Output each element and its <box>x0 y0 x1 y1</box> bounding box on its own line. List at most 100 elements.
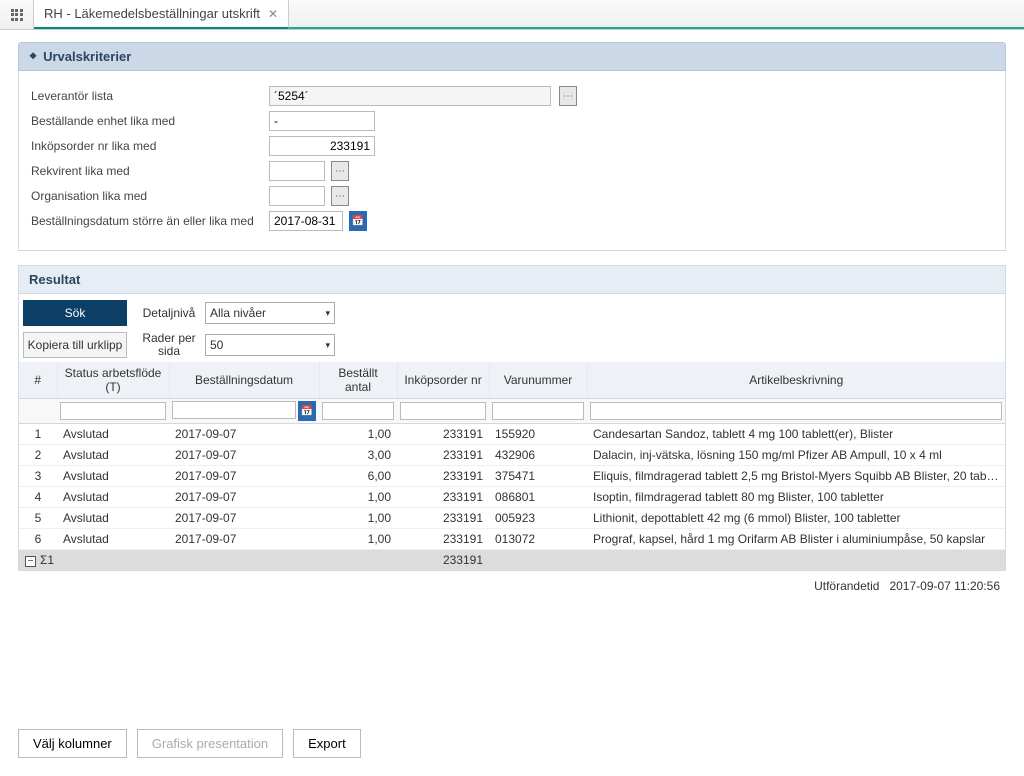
cell-qty: 1,00 <box>319 487 397 508</box>
filter-qty[interactable] <box>322 402 394 420</box>
col-status[interactable]: Status arbetsflöde (T) <box>57 362 169 399</box>
cell-item: 086801 <box>489 487 587 508</box>
cell-order: 233191 <box>397 424 489 445</box>
cell-item: 375471 <box>489 466 587 487</box>
cell-date: 2017-09-07 <box>169 508 319 529</box>
tab-title: RH - Läkemedelsbeställningar utskrift <box>44 6 260 21</box>
cell-order: 233191 <box>397 445 489 466</box>
table-row[interactable]: 5Avslutad2017-09-071,00233191005923Lithi… <box>19 508 1005 529</box>
filter-date-picker[interactable]: 📅 <box>298 401 316 421</box>
unit-label: Beställande enhet lika med <box>31 114 263 128</box>
table-row[interactable]: 4Avslutad2017-09-071,00233191086801Isopt… <box>19 487 1005 508</box>
col-item[interactable]: Varunummer <box>489 362 587 399</box>
col-date[interactable]: Beställningsdatum <box>169 362 319 399</box>
expand-icon[interactable]: − <box>25 556 36 567</box>
cell-order: 233191 <box>397 508 489 529</box>
org-lookup-button[interactable]: ⋯ <box>331 186 349 206</box>
supplier-input[interactable] <box>269 86 551 106</box>
cell-num: 3 <box>19 466 57 487</box>
result-header: Resultat <box>18 265 1006 294</box>
filter-order[interactable] <box>400 402 486 420</box>
tab-strip <box>289 0 1024 29</box>
grid-icon <box>11 9 23 21</box>
execution-timestamp: Utförandetid 2017-09-07 11:20:56 <box>18 571 1006 593</box>
date-label: Beställningsdatum större än eller lika m… <box>31 214 263 228</box>
result-title: Resultat <box>29 272 80 287</box>
unit-input[interactable] <box>269 111 375 131</box>
cell-num: 2 <box>19 445 57 466</box>
cell-date: 2017-09-07 <box>169 466 319 487</box>
cell-desc: Isoptin, filmdragerad tablett 80 mg Blis… <box>587 487 1005 508</box>
result-table: # Status arbetsflöde (T) Beställningsdat… <box>18 362 1006 571</box>
cell-status: Avslutad <box>57 466 169 487</box>
cell-item: 013072 <box>489 529 587 550</box>
cell-status: Avslutad <box>57 508 169 529</box>
cell-num: 4 <box>19 487 57 508</box>
timestamp-label: Utförandetid <box>814 579 879 593</box>
cell-desc: Dalacin, inj-vätska, lösning 150 mg/ml P… <box>587 445 1005 466</box>
table-row[interactable]: 6Avslutad2017-09-071,00233191013072Progr… <box>19 529 1005 550</box>
close-icon[interactable]: ✕ <box>268 7 278 21</box>
order-label: Inköpsorder nr lika med <box>31 139 263 153</box>
table-row[interactable]: 2Avslutad2017-09-073,00233191432906Dalac… <box>19 445 1005 466</box>
app-menu-button[interactable] <box>0 0 34 29</box>
summary-label: Σ1 <box>40 553 54 567</box>
table-row[interactable]: 3Avslutad2017-09-076,00233191375471Eliqu… <box>19 466 1005 487</box>
cell-order: 233191 <box>397 466 489 487</box>
export-button[interactable]: Export <box>293 729 361 758</box>
footer-toolbar: Välj kolumner Grafisk presentation Expor… <box>18 729 361 758</box>
filter-status[interactable] <box>60 402 166 420</box>
org-input[interactable] <box>269 186 325 206</box>
cell-item: 155920 <box>489 424 587 445</box>
criteria-header[interactable]: ❖ Urvalskriterier <box>18 42 1006 71</box>
cell-qty: 1,00 <box>319 529 397 550</box>
choose-columns-button[interactable]: Välj kolumner <box>18 729 127 758</box>
chevron-down-icon: ▾ <box>325 340 330 351</box>
rows-per-page-select[interactable]: 50 ▾ <box>205 334 335 356</box>
graphic-presentation-button[interactable]: Grafisk presentation <box>137 729 283 758</box>
result-toolbar: Sök Detaljnivå Alla nivåer ▾ Kopiera til… <box>18 294 1006 362</box>
col-qty[interactable]: Beställt antal <box>319 362 397 399</box>
rows-per-page-value: 50 <box>210 338 223 352</box>
cell-num: 5 <box>19 508 57 529</box>
order-input[interactable] <box>269 136 375 156</box>
cell-qty: 6,00 <box>319 466 397 487</box>
chevron-down-icon: ▾ <box>325 308 330 319</box>
cell-status: Avslutad <box>57 445 169 466</box>
detail-level-select[interactable]: Alla nivåer ▾ <box>205 302 335 324</box>
table-header-row: # Status arbetsflöde (T) Beställningsdat… <box>19 362 1005 399</box>
search-button[interactable]: Sök <box>23 300 127 326</box>
table-row[interactable]: 1Avslutad2017-09-071,00233191155920Cande… <box>19 424 1005 445</box>
cell-date: 2017-09-07 <box>169 445 319 466</box>
col-num[interactable]: # <box>19 362 57 399</box>
cell-num: 1 <box>19 424 57 445</box>
table-filter-row: 📅 <box>19 399 1005 424</box>
col-order[interactable]: Inköpsorder nr <box>397 362 489 399</box>
date-input[interactable] <box>269 211 343 231</box>
copy-clipboard-button[interactable]: Kopiera till urklipp <box>23 332 127 358</box>
tab-active[interactable]: RH - Läkemedelsbeställningar utskrift ✕ <box>34 0 289 29</box>
col-desc[interactable]: Artikelbeskrivning <box>587 362 1005 399</box>
cell-desc: Eliquis, filmdragerad tablett 2,5 mg Bri… <box>587 466 1005 487</box>
supplier-label: Leverantör lista <box>31 89 263 103</box>
cell-item: 005923 <box>489 508 587 529</box>
filter-item[interactable] <box>492 402 584 420</box>
criteria-title: Urvalskriterier <box>43 49 131 64</box>
filter-date[interactable] <box>172 401 296 419</box>
reqr-lookup-button[interactable]: ⋯ <box>331 161 349 181</box>
cell-status: Avslutad <box>57 424 169 445</box>
reqr-label: Rekvirent lika med <box>31 164 263 178</box>
cell-date: 2017-09-07 <box>169 487 319 508</box>
reqr-input[interactable] <box>269 161 325 181</box>
cell-date: 2017-09-07 <box>169 424 319 445</box>
date-picker-button[interactable]: 📅 <box>349 211 367 231</box>
cell-qty: 1,00 <box>319 424 397 445</box>
cell-qty: 3,00 <box>319 445 397 466</box>
cell-status: Avslutad <box>57 487 169 508</box>
detail-level-value: Alla nivåer <box>210 306 266 320</box>
timestamp-value: 2017-09-07 11:20:56 <box>889 579 1000 593</box>
summary-row[interactable]: −Σ1 233191 <box>19 550 1005 571</box>
cell-num: 6 <box>19 529 57 550</box>
filter-desc[interactable] <box>590 402 1002 420</box>
supplier-lookup-button[interactable]: ⋯ <box>559 86 577 106</box>
